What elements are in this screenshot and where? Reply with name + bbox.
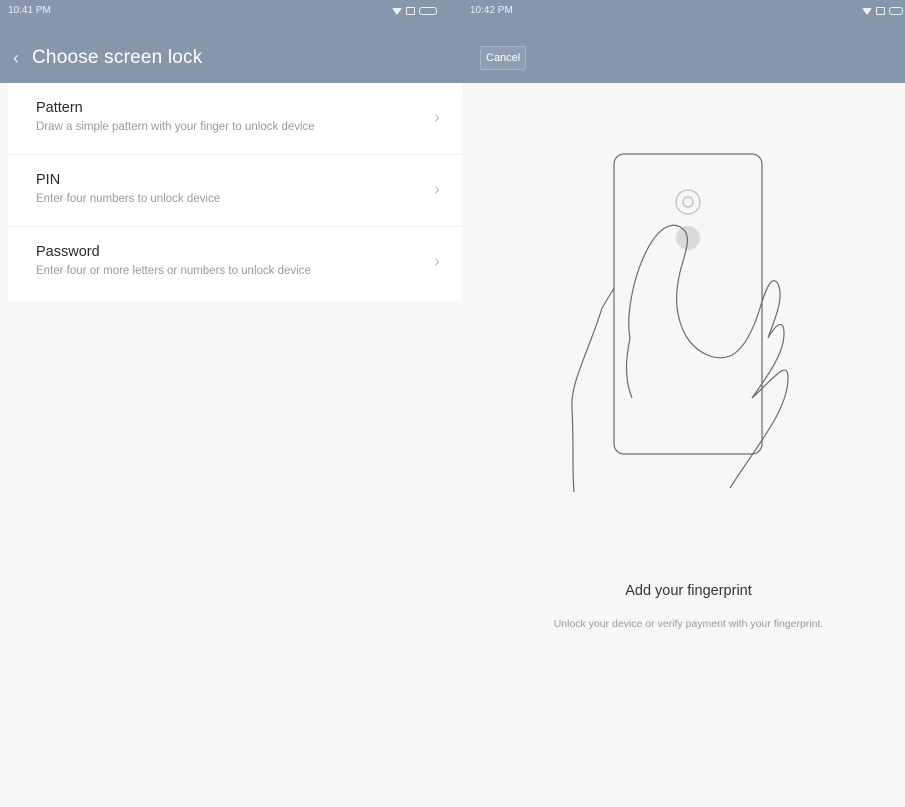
item-subtitle: Draw a simple pattern with your finger t…	[36, 121, 315, 133]
status-time: 10:41 PM	[8, 5, 51, 16]
chevron-right-icon: ›	[434, 107, 440, 127]
chevron-right-icon: ›	[434, 179, 440, 199]
item-subtitle: Enter four numbers to unlock device	[36, 193, 221, 205]
item-title: Pattern	[36, 100, 83, 116]
lock-options-list: Pattern Draw a simple pattern with your …	[8, 83, 462, 301]
wifi-icon	[392, 7, 402, 15]
list-item-pin[interactable]: PIN Enter four numbers to unlock device …	[8, 155, 462, 227]
phone-hand-illustration	[571, 153, 789, 493]
app-header: 10:41 PM 10:42 PM ‹ Choose screen lock C…	[0, 0, 905, 83]
item-subtitle: Enter four or more letters or numbers to…	[36, 265, 311, 277]
chevron-right-icon: ›	[434, 251, 440, 271]
fingerprint-description: Unlock your device or verify payment wit…	[553, 618, 824, 630]
title-bar: ‹ Choose screen lock	[0, 38, 202, 78]
item-title: Password	[36, 244, 100, 260]
status-bar-left: 10:41 PM	[0, 0, 462, 22]
sim-icon	[406, 7, 415, 15]
sim-icon	[876, 7, 885, 15]
battery-icon	[419, 7, 437, 15]
back-arrow-icon[interactable]: ‹	[0, 48, 32, 69]
cancel-button[interactable]: Cancel	[480, 46, 527, 70]
fingerprint-panel: Add your fingerprint Unlock your device …	[462, 83, 905, 807]
status-icons	[862, 0, 903, 22]
list-item-password[interactable]: Password Enter four or more letters or n…	[8, 227, 462, 301]
status-bar-right: 10:42 PM	[462, 0, 905, 22]
fingerprint-heading: Add your fingerprint	[625, 583, 752, 599]
battery-icon	[889, 7, 903, 15]
page-title: Choose screen lock	[32, 47, 203, 68]
status-icons	[392, 0, 437, 22]
status-time: 10:42 PM	[470, 5, 513, 16]
wifi-icon	[862, 7, 872, 15]
item-title: PIN	[36, 172, 61, 188]
list-item-pattern[interactable]: Pattern Draw a simple pattern with your …	[8, 83, 462, 155]
